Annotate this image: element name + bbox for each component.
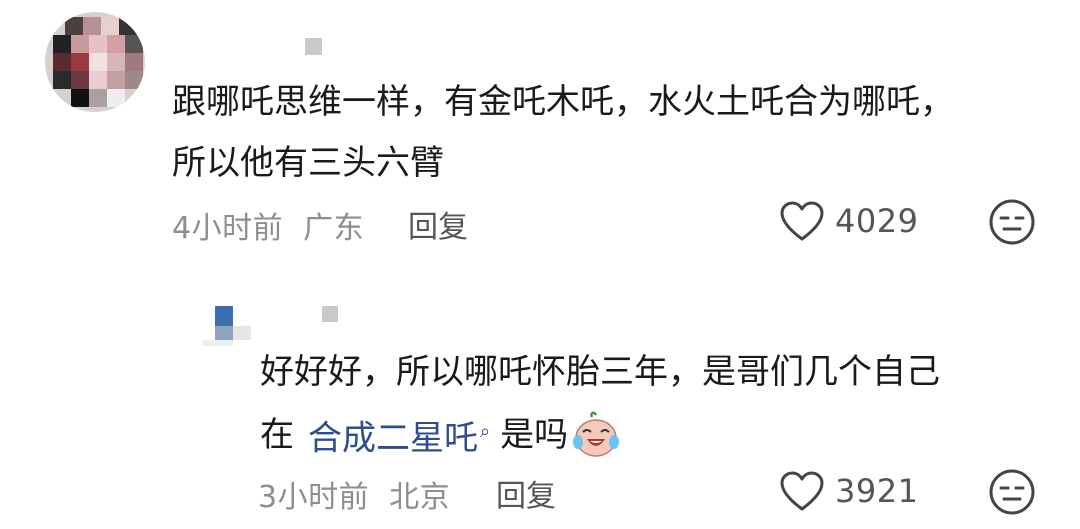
comment-time: 4小时前 xyxy=(172,211,284,246)
reply-button[interactable]: 回复 xyxy=(408,202,468,246)
reply-meta: 3小时前 北京 xyxy=(258,472,450,516)
reply-avatar[interactable] xyxy=(203,304,251,352)
reply-text: 好好好，所以哪吒怀胎三年，是哥们几个自己 在 合成二星吒 ⌕ 是吗 xyxy=(260,342,1050,468)
expressionless-face-icon[interactable] xyxy=(988,468,1036,516)
like-button[interactable]: 4029 xyxy=(779,200,918,242)
search-icon: ⌕ xyxy=(480,421,491,442)
reply-text-suffix: 是吗 xyxy=(500,415,569,456)
avatar[interactable] xyxy=(45,12,145,112)
reply-like-count: 3921 xyxy=(835,472,919,510)
comment-meta: 4小时前 广东 xyxy=(172,203,364,247)
reply-time: 3小时前 xyxy=(258,480,370,515)
reply-reply-button[interactable]: 回复 xyxy=(496,471,556,515)
search-link-text: 合成二星吒 xyxy=(308,418,478,459)
reply-username-blurred[interactable] xyxy=(322,306,338,322)
comment-text-line1: 跟哪吒思维一样，有金吒木吒，水火土吒合为哪吒， xyxy=(172,82,954,122)
expressionless-face-icon[interactable] xyxy=(988,198,1036,246)
search-link[interactable]: 合成二星吒 ⌕ xyxy=(308,402,490,468)
reply-location: 北京 xyxy=(389,480,451,515)
comment-text: 跟哪吒思维一样，有金吒木吒，水火土吒合为哪吒， 所以他有三头六臂 xyxy=(172,72,1052,194)
reply-text-line1: 好好好，所以哪吒怀胎三年，是哥们几个自己 xyxy=(260,352,940,392)
heart-icon xyxy=(780,201,824,241)
heart-icon xyxy=(780,471,824,511)
username-blurred[interactable] xyxy=(305,38,322,55)
crying-laughing-baby-icon xyxy=(573,411,620,457)
comment-text-line2: 所以他有三头六臂 xyxy=(172,143,444,183)
reply-text-line2: 在 合成二星吒 ⌕ 是吗 xyxy=(260,402,1050,468)
like-count: 4029 xyxy=(835,202,919,240)
reply-like-button[interactable]: 3921 xyxy=(779,470,918,512)
comment-location: 广东 xyxy=(303,211,365,246)
reply-text-prefix: 在 xyxy=(260,415,294,456)
